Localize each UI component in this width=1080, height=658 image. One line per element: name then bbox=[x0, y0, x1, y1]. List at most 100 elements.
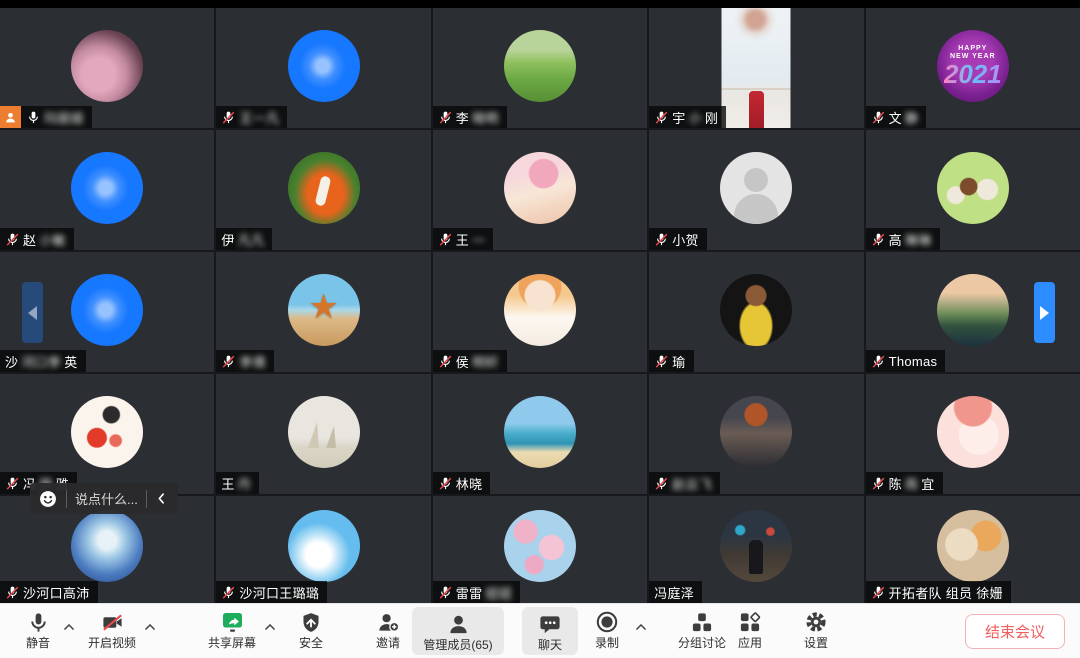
participant-name-label: 伊凡凡 bbox=[216, 228, 272, 250]
participant-name: 宜 bbox=[921, 474, 934, 493]
avatar bbox=[504, 274, 576, 346]
participant-name: 文 bbox=[889, 108, 902, 127]
next-page-button[interactable] bbox=[1034, 282, 1055, 343]
avatar bbox=[504, 510, 576, 582]
participant-tile[interactable]: 小贺 bbox=[649, 130, 863, 250]
participant-tile[interactable]: 开拓者队 组员 徐姗 bbox=[866, 496, 1080, 603]
toolbar-item-label: 共享屏幕 bbox=[208, 636, 256, 650]
participant-tile[interactable]: 高琳琳 bbox=[866, 130, 1080, 250]
participant-name-label: 小贺 bbox=[649, 228, 707, 250]
toolbar-item-chat[interactable]: 聊天 bbox=[522, 607, 578, 655]
participant-name-label: 冯庭泽 bbox=[649, 581, 702, 603]
toolbar-item-label: 聊天 bbox=[538, 638, 562, 652]
participant-name: 雨 bbox=[905, 474, 918, 493]
participant-name: 凡凡 bbox=[238, 230, 265, 249]
toolbar-item-label: 开启视频 bbox=[88, 636, 136, 650]
participant-name: 小贺 bbox=[672, 230, 699, 249]
participant-tile[interactable]: 李晓明 bbox=[433, 8, 647, 128]
mic-muted-icon bbox=[871, 354, 886, 369]
person-add-icon bbox=[376, 609, 401, 634]
toolbar-item-security[interactable]: 安全 bbox=[287, 609, 335, 650]
avatar bbox=[71, 152, 143, 224]
avatar bbox=[504, 152, 576, 224]
participant-name: 小敏 bbox=[39, 230, 66, 249]
toolbar-item-video[interactable]: 开启视频 bbox=[86, 609, 138, 650]
prev-page-button[interactable] bbox=[22, 282, 43, 343]
mic-muted-icon bbox=[221, 585, 236, 600]
chevron-up-icon[interactable] bbox=[143, 620, 157, 639]
avatar bbox=[937, 274, 1009, 346]
chevron-up-icon[interactable] bbox=[62, 620, 76, 639]
participant-tile[interactable]: 冯庭泽 bbox=[649, 496, 863, 603]
toolbar-item-manage[interactable]: 管理成员(65) bbox=[412, 607, 504, 655]
participant-name: 林晓 bbox=[456, 474, 483, 493]
arrow-right-icon bbox=[1040, 306, 1049, 320]
participant-name: 伊 bbox=[221, 230, 234, 249]
mic-muted-icon bbox=[221, 110, 236, 125]
end-meeting-button[interactable]: 结束会议 bbox=[965, 614, 1065, 649]
arrow-left-icon bbox=[28, 306, 37, 320]
avatar bbox=[288, 510, 360, 582]
participant-name: 河口李 bbox=[21, 352, 61, 371]
video-off-icon bbox=[100, 609, 125, 634]
participant-tile[interactable]: 林晓 bbox=[433, 374, 647, 494]
toolbar-item-label: 邀请 bbox=[376, 636, 400, 650]
participant-name: 晓明 bbox=[472, 108, 499, 127]
toolbar-item-invite[interactable]: 邀请 bbox=[362, 609, 414, 650]
record-icon bbox=[595, 609, 619, 634]
participant-name-label: 王一凡 bbox=[216, 106, 287, 128]
chat-bubble-icon bbox=[538, 611, 562, 636]
participant-tile[interactable]: 玛丽娅 bbox=[0, 8, 214, 128]
chevron-up-icon[interactable] bbox=[634, 620, 648, 639]
participant-tile[interactable]: 王一 bbox=[433, 130, 647, 250]
participant-name-label: 李晓明 bbox=[433, 106, 507, 128]
participant-tile[interactable]: 伊凡凡 bbox=[216, 130, 430, 250]
toolbar-item-settings[interactable]: 设置 bbox=[790, 609, 842, 650]
participant-name: 小 bbox=[689, 108, 702, 127]
collapse-chevron-left-icon[interactable] bbox=[155, 492, 168, 505]
chevron-up-icon[interactable] bbox=[263, 620, 277, 639]
avatar bbox=[720, 274, 792, 346]
mic-muted-icon bbox=[654, 110, 669, 125]
participant-tile[interactable]: 沙河口王璐璐 bbox=[216, 496, 430, 603]
participant-tile[interactable]: 赵小敏 bbox=[0, 130, 214, 250]
participant-tile[interactable]: HAPPYNEW YEAR2021文静 bbox=[866, 8, 1080, 128]
participant-name: 沙河口高沛 bbox=[23, 583, 90, 602]
toolbar-item-mute[interactable]: 静音 bbox=[16, 609, 60, 650]
participant-tile[interactable]: 王丹 bbox=[216, 374, 430, 494]
toolbar-item-share[interactable]: 共享屏幕 bbox=[202, 609, 262, 650]
smiley-icon[interactable] bbox=[38, 489, 58, 509]
participant-tile[interactable]: 侯明轩 bbox=[433, 252, 647, 372]
mic-muted-icon bbox=[871, 110, 886, 125]
mic-muted-icon bbox=[654, 232, 669, 247]
participant-name: 瑜 bbox=[672, 352, 685, 371]
mic-muted-icon bbox=[5, 232, 20, 247]
avatar bbox=[937, 396, 1009, 468]
participant-name: 宇 bbox=[672, 108, 685, 127]
quick-chat-bar[interactable]: 说点什么... bbox=[30, 483, 178, 514]
avatar bbox=[288, 274, 360, 346]
toolbar: 结束会议 静音开启视频共享屏幕安全邀请管理成员(65)聊天录制分组讨论应用设置 bbox=[0, 603, 1080, 658]
toolbar-item-apps[interactable]: 应用 bbox=[726, 609, 774, 650]
window-top-bar bbox=[0, 0, 1080, 8]
mic-on-icon bbox=[26, 110, 41, 125]
gear-icon bbox=[804, 609, 828, 634]
avatar bbox=[937, 510, 1009, 582]
participant-tile[interactable]: 雷雷妞妞 bbox=[433, 496, 647, 603]
participant-name: 刚 bbox=[705, 108, 718, 127]
participant-tile[interactable]: 陈雨宜 bbox=[866, 374, 1080, 494]
participant-name: 李 bbox=[456, 108, 469, 127]
participant-name-label: 沙河口王璐璐 bbox=[216, 581, 327, 603]
participant-tile[interactable]: 宇小刚 bbox=[649, 8, 863, 128]
quick-chat-placeholder[interactable]: 说点什么... bbox=[75, 489, 138, 508]
participant-name-label: 林晓 bbox=[433, 472, 491, 494]
breakout-icon bbox=[690, 609, 714, 634]
participant-tile[interactable]: 王一凡 bbox=[216, 8, 430, 128]
toolbar-item-record[interactable]: 录制 bbox=[583, 609, 631, 650]
participant-name: 静 bbox=[905, 108, 918, 127]
participant-tile[interactable]: 赵云飞 bbox=[649, 374, 863, 494]
participant-tile[interactable]: 李倩 bbox=[216, 252, 430, 372]
participant-tile[interactable]: 冯晓雅 bbox=[0, 374, 214, 494]
participant-name-label: 雷雷妞妞 bbox=[433, 581, 520, 603]
participant-tile[interactable]: 瑜 bbox=[649, 252, 863, 372]
